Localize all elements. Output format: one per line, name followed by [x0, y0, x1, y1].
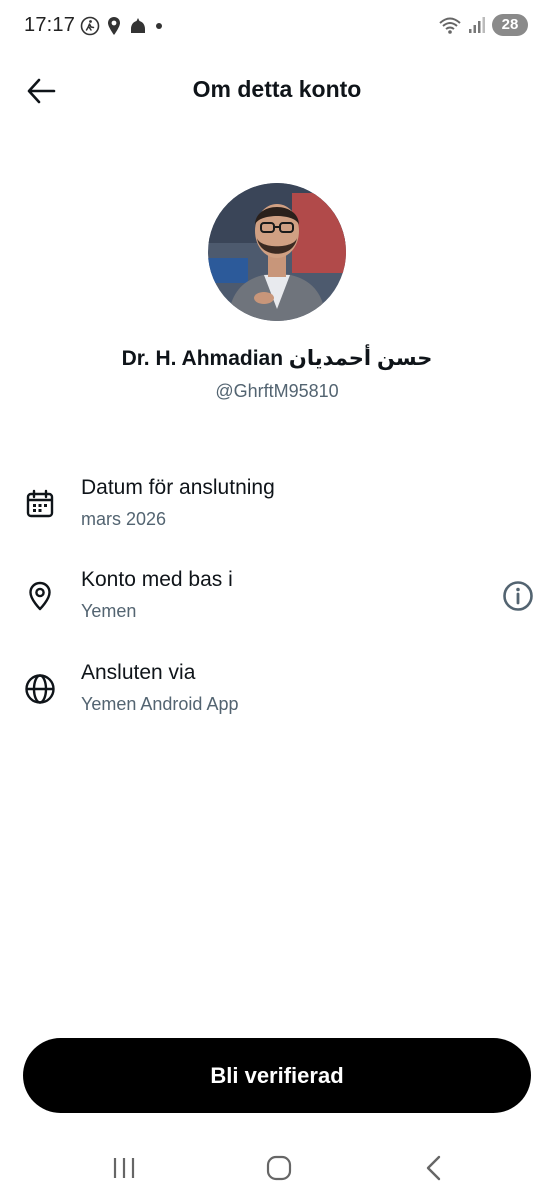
info-value-connected-via: Yemen Android App — [81, 694, 239, 714]
ghost-status-icon — [131, 18, 145, 33]
info-button[interactable] — [500, 578, 536, 614]
location-pin-icon — [22, 578, 58, 614]
calendar-icon — [22, 486, 58, 522]
info-label-joined: Datum för anslutning — [81, 476, 275, 499]
status-bar: 17:17 28 — [0, 0, 554, 54]
info-row-joined: Datum för anslutning mars 2026 — [0, 476, 554, 546]
status-system-icons: 28 — [438, 14, 528, 36]
globe-icon — [22, 671, 58, 707]
get-verified-button[interactable]: Bli verifierad — [23, 1038, 531, 1113]
header: Om detta konto — [0, 60, 554, 120]
system-nav-bar — [0, 1140, 554, 1196]
info-value-joined: mars 2026 — [81, 509, 167, 529]
recent-apps-icon — [113, 1158, 135, 1178]
wifi-icon — [439, 17, 461, 34]
status-notification-icons — [80, 16, 164, 36]
user-handle: @GhrftM95810 — [215, 381, 339, 401]
info-value-based-in: Yemen — [81, 601, 137, 621]
info-row-connected-via: Ansluten via Yemen Android App — [0, 661, 554, 731]
chevron-left-icon — [426, 1155, 441, 1181]
display-name: Dr. H. Ahmadian حسن أحمديان — [121, 347, 433, 370]
status-time: 17:17 — [24, 14, 76, 36]
recent-apps-button[interactable] — [102, 1148, 146, 1188]
signal-icon — [469, 17, 485, 33]
info-circle-icon — [503, 581, 533, 611]
dot-status-icon — [156, 23, 162, 29]
info-label-connected-via: Ansluten via — [81, 661, 196, 684]
system-back-button[interactable] — [412, 1148, 456, 1188]
battery-indicator: 28 — [492, 14, 528, 36]
page-title: Om detta konto — [192, 76, 362, 102]
location-status-icon — [108, 17, 120, 35]
profile-photo — [208, 183, 346, 321]
accessibility-icon — [80, 16, 100, 36]
home-icon — [266, 1155, 292, 1181]
avatar[interactable] — [208, 183, 346, 321]
home-button[interactable] — [257, 1148, 301, 1188]
info-row-based-in: Konto med bas i Yemen — [0, 568, 554, 638]
info-label-based-in: Konto med bas i — [81, 568, 233, 591]
